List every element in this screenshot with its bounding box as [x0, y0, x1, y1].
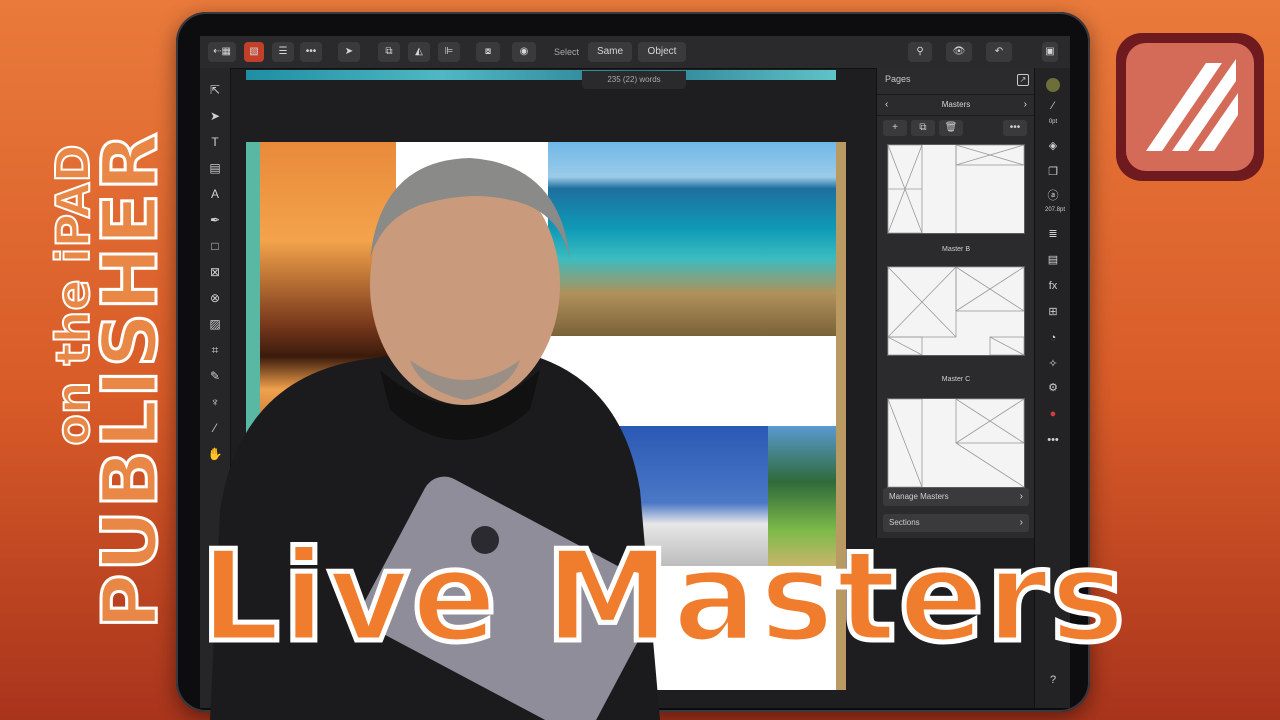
master-c-label: Master C	[941, 376, 971, 383]
same-button[interactable]: Same	[588, 42, 632, 62]
vertical-title: PUBLISHER	[84, 129, 176, 631]
master-thumbnail-c[interactable]	[887, 398, 1025, 488]
add-page-button[interactable]: +	[883, 120, 907, 136]
chevron-right-icon[interactable]: ›	[1024, 95, 1027, 115]
chevron-right-icon: ›	[1019, 491, 1023, 502]
top-toolbar: ⇠▦ ▧ ☰ ••• ➤ ⧉ ◭ ⊫ ⧇ ◉ Select Same Objec…	[200, 36, 1070, 69]
navigator-icon[interactable]: ✧	[1045, 356, 1061, 372]
masters-section-title: Masters	[941, 100, 971, 109]
select-label: Select	[554, 47, 580, 57]
undo-icon[interactable]: ↶	[986, 42, 1012, 62]
master-c-layout	[888, 399, 1024, 487]
vertical-subtitle: on the iPAD	[45, 143, 101, 446]
object-button[interactable]: Object	[638, 42, 686, 62]
color-picker-icon[interactable]: ⁄	[207, 420, 223, 436]
master-thumbnail-a[interactable]	[887, 144, 1025, 234]
crop-tool-icon[interactable]: ⌗	[207, 342, 223, 358]
manage-masters-label: Manage Masters	[889, 492, 949, 501]
arrange-icon[interactable]: ⧉	[378, 42, 400, 62]
affinity-publisher-logo	[1116, 33, 1264, 181]
more-options-button[interactable]: •••	[1003, 120, 1027, 136]
more-icon[interactable]: •••	[300, 42, 322, 62]
fill-tool-icon[interactable]: ✎	[207, 368, 223, 384]
preview-icon[interactable]: 👁	[946, 42, 972, 62]
logo-mark	[1126, 43, 1254, 171]
pen-tool-icon[interactable]: ✒	[207, 212, 223, 228]
text-styles-icon[interactable]: ▤	[1045, 252, 1061, 268]
fill-swatch-icon[interactable]	[1045, 78, 1061, 94]
sunset-image[interactable]	[260, 142, 396, 472]
coastline-image[interactable]	[548, 142, 836, 336]
picture-frame-icon[interactable]: ⊠	[207, 264, 223, 280]
master-a-layout	[888, 145, 1024, 233]
pages-panel-title: Pages	[885, 74, 911, 84]
effects-icon[interactable]: fx	[1045, 278, 1061, 294]
align-icon[interactable]: ⊫	[438, 42, 460, 62]
preflight-icon[interactable]: ●	[1045, 406, 1061, 422]
transform-icon[interactable]: ⊞	[1045, 304, 1061, 320]
font-size-label: 207.8pt	[1045, 207, 1066, 213]
back-grid-icon[interactable]: ⇠▦	[208, 42, 236, 62]
expand-panel-icon[interactable]: ↗	[1017, 74, 1029, 86]
ellipse-frame-icon[interactable]: ⊗	[207, 290, 223, 306]
chevron-left-icon[interactable]: ‹	[885, 95, 888, 115]
previous-page-strip	[246, 70, 836, 80]
boolean-icon[interactable]: ⧇	[476, 42, 500, 62]
settings-icon[interactable]: ▣	[1042, 42, 1058, 62]
hand-tool-icon[interactable]: ✋	[207, 446, 223, 462]
pages-panel: Pages ↗ ‹ Masters › + ⧉ 🗑 ••• Master B M…	[876, 68, 1035, 538]
flip-icon[interactable]: ◭	[408, 42, 430, 62]
manage-masters-button[interactable]: Manage Masters ›	[883, 488, 1029, 506]
artistic-text-icon[interactable]: A	[207, 186, 223, 202]
zoom-icon[interactable]: ⚲	[908, 42, 932, 62]
layers-icon[interactable]: ◈	[1045, 138, 1061, 154]
delete-page-button[interactable]: 🗑	[939, 120, 963, 136]
master-thumbnail-b[interactable]	[887, 266, 1025, 356]
word-count: 235 (22) words	[582, 71, 686, 89]
master-b-label: Master B	[941, 246, 970, 253]
rectangle-tool-icon[interactable]: □	[207, 238, 223, 254]
masters-section-bar: ‹ Masters ›	[877, 94, 1035, 116]
stroke-width-label: 0pt	[1048, 119, 1058, 125]
pointer-tool-icon[interactable]: ⇱	[207, 82, 223, 98]
logo-stripes-icon	[1146, 59, 1238, 151]
transparency-tool-icon[interactable]: ♆	[207, 394, 223, 410]
history-icon[interactable]: ◔	[1045, 330, 1061, 346]
stroke-icon[interactable]: ⁄	[1045, 98, 1061, 114]
move-tool-icon[interactable]: ➤	[338, 42, 360, 62]
place-image-icon[interactable]: ▨	[207, 316, 223, 332]
help-icon[interactable]: ?	[1045, 672, 1061, 688]
hamburger-icon[interactable]: ☰	[272, 42, 294, 62]
master-b-layout	[888, 267, 1024, 355]
node-tool-icon[interactable]: ➤	[207, 108, 223, 124]
pages-icon[interactable]: ❐	[1045, 164, 1061, 180]
headline: Live Masters	[198, 521, 1128, 673]
more-studio-icon[interactable]: •••	[1045, 432, 1061, 448]
app-menu-icon[interactable]: ▧	[244, 42, 264, 62]
table-tool-icon[interactable]: ▤	[207, 160, 223, 176]
assets-icon[interactable]: ⚙	[1045, 380, 1061, 396]
text-frame-icon[interactable]: T	[207, 134, 223, 150]
duplicate-page-button[interactable]: ⧉	[911, 120, 935, 136]
shape-icon[interactable]: ◉	[512, 42, 536, 62]
paragraph-icon[interactable]: ≣	[1045, 226, 1061, 242]
